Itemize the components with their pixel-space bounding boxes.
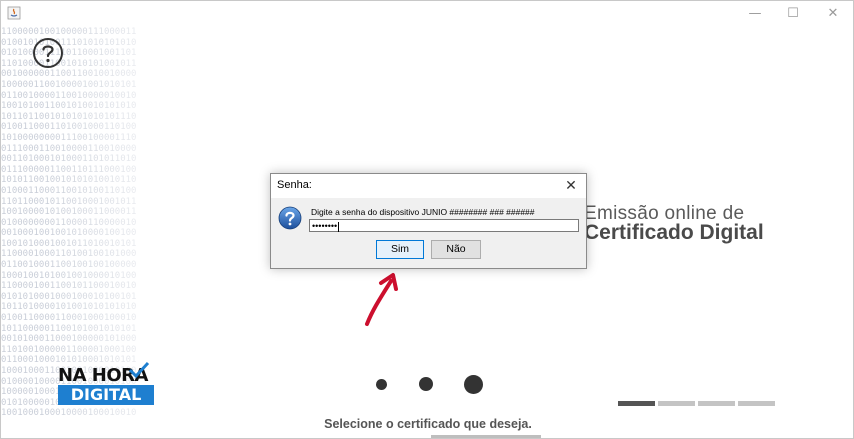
binary-line: 1011011001010101010101110 [1,111,137,122]
binary-line: 0100110001101001000110100 [1,122,137,133]
binary-line: 1101100010110010001001011 [1,196,137,207]
binary-line: 0111000110010000110010000 [1,143,137,154]
binary-line: 1011010000101001010101010 [1,302,137,313]
minimize-button[interactable]: — [741,5,769,23]
binary-line: 1000100101001001000010100 [1,270,137,281]
question-circle-icon[interactable] [32,37,64,69]
binary-line: 1100001001100101100010010 [1,281,137,292]
text-caret [338,221,340,232]
binary-line: 1101001000001100001000100 [1,344,137,355]
carousel-dot-2[interactable] [419,377,433,391]
binary-line: 1100001000110100100101000 [1,249,137,260]
binary-line: 0101010001000100010100101 [1,291,137,302]
brand-title: Certificado Digital [584,221,764,244]
password-value: •••••••• [312,221,338,231]
carousel-dot-1[interactable] [376,379,387,390]
checkmark-icon [128,361,150,379]
close-button[interactable]: ✕ [819,5,847,23]
title-bar[interactable]: — ☐ ✕ [1,1,853,27]
binary-line: 0011010001010001101011010 [1,154,137,165]
binary-line: 1001010001001011010010101 [1,238,137,249]
binary-line: 1000001100100001001010101 [1,79,137,90]
binary-line: 1011000001100101001010101 [1,323,137,334]
question-icon [278,206,302,230]
select-certificate-text: Selecione o certificado que deseja. [324,417,532,431]
password-field[interactable]: •••••••• [309,219,579,232]
red-arrow-annotation [365,273,398,326]
binary-line: 0110010001100100100100000 [1,260,137,271]
carousel-dot-3[interactable] [464,375,483,394]
binary-line: 1100000100100000111000011 [1,27,137,37]
dialog-close-button[interactable]: ✕ [560,175,582,197]
java-app-icon [7,6,21,20]
binary-line: 0111000001100110111000100 [1,164,137,175]
binary-line: 1010000000011100100001110 [1,132,137,143]
nao-button[interactable]: Não [431,240,481,259]
dialog-message: Digite a senha do dispositivo JUNIO ####… [311,207,535,217]
password-dialog: Senha: ✕ Digite a senha do dispositivo J… [270,173,587,269]
binary-line: 1001010011001010010101010 [1,101,137,112]
app-window: — ☐ ✕ 1100000100100000111000011 010010101… [0,0,854,439]
binary-line: 0010001001001010000100100 [1,228,137,239]
binary-line: 0100110000110001000100010 [1,313,137,324]
progress-segment-1 [618,401,655,406]
na-hora-digital-logo: NA HORA DIGITAL [58,361,158,409]
binary-line: 0100011000110010100110100 [1,185,137,196]
binary-line: 1001000010100100011000011 [1,207,137,218]
logo-bottom-text: DIGITAL [58,385,154,405]
progress-segment-3 [698,401,735,406]
binary-line: 0110010000110010000010010 [1,90,137,101]
progress-segment-2 [658,401,695,406]
cut-off-element [431,435,541,438]
progress-segment-4 [738,401,775,406]
dialog-title-bar[interactable]: Senha: ✕ [271,174,586,198]
binary-line: 0010100011000100000101000 [1,334,137,345]
sim-button[interactable]: Sim [376,240,424,259]
binary-line: 0010000001100110010010000 [1,69,137,80]
dialog-title: Senha: [277,179,312,191]
binary-line: 1010110010010101010010110 [1,175,137,186]
maximize-button[interactable]: ☐ [779,5,807,23]
binary-line: 0100000000110000110000010 [1,217,137,228]
